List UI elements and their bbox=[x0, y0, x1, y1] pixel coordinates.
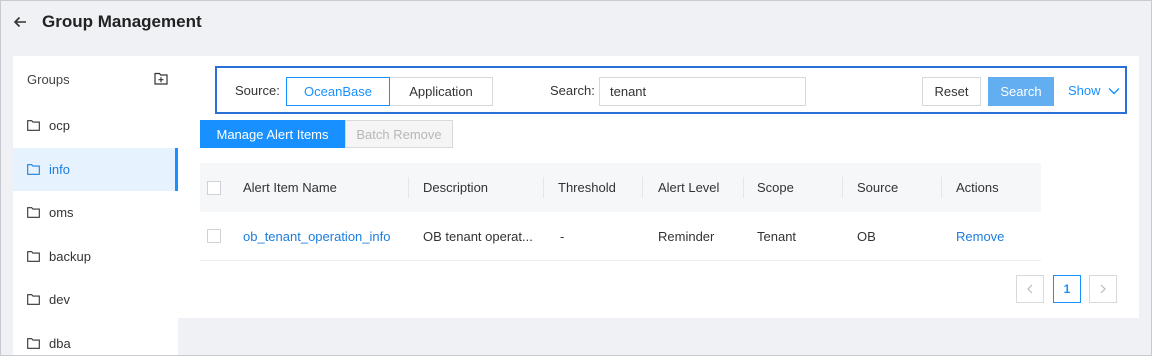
column-divider bbox=[408, 177, 409, 198]
sidebar-item-label: info bbox=[49, 161, 70, 177]
table-row: ob_tenant_operation_info OB tenant opera… bbox=[200, 212, 1041, 261]
arrow-left-icon[interactable] bbox=[12, 14, 28, 30]
next-page-button[interactable] bbox=[1089, 275, 1117, 303]
page-number-button[interactable]: 1 bbox=[1053, 275, 1081, 303]
sidebar-item-dba[interactable]: dba bbox=[13, 322, 178, 356]
source-label: Source: bbox=[235, 83, 280, 98]
column-header: Actions bbox=[956, 180, 999, 195]
folder-icon bbox=[27, 163, 40, 175]
column-divider bbox=[743, 177, 744, 198]
column-header[interactable]: Alert Level bbox=[658, 163, 719, 212]
show-label: Show bbox=[1068, 83, 1101, 98]
show-toggle[interactable]: Show bbox=[1068, 83, 1120, 98]
source-cell: OB bbox=[857, 228, 876, 244]
sidebar-item-dev[interactable]: dev bbox=[13, 278, 178, 322]
sidebar-item-backup[interactable]: backup bbox=[13, 235, 178, 279]
page-title: Group Management bbox=[42, 12, 202, 31]
column-header[interactable]: Source bbox=[857, 163, 898, 212]
sidebar-item-oms[interactable]: oms bbox=[13, 191, 178, 235]
sidebar-item-ocp[interactable]: ocp bbox=[13, 104, 178, 148]
batch-remove-button[interactable]: Batch Remove bbox=[345, 120, 453, 148]
column-header[interactable]: Description bbox=[423, 163, 488, 212]
source-option-oceanbase[interactable]: OceanBase bbox=[286, 77, 390, 106]
column-header[interactable]: Alert Item Name bbox=[243, 163, 337, 212]
alert-item-name-link[interactable]: ob_tenant_operation_info bbox=[243, 212, 390, 260]
remove-link[interactable]: Remove bbox=[956, 212, 1004, 260]
folder-icon bbox=[27, 294, 40, 306]
folder-add-icon[interactable] bbox=[154, 72, 168, 85]
folder-icon bbox=[27, 337, 40, 349]
groups-sidebar: Groups ocp info oms backup dev dba bbox=[13, 56, 178, 356]
search-input[interactable] bbox=[599, 77, 806, 106]
table-header: Alert Item Name Description Threshold Al… bbox=[200, 163, 1041, 212]
sidebar-header: Groups bbox=[13, 56, 178, 104]
select-all-checkbox[interactable] bbox=[207, 180, 221, 195]
column-header[interactable]: Threshold bbox=[558, 163, 616, 212]
column-header[interactable]: Scope bbox=[757, 163, 794, 212]
sidebar-item-label: dba bbox=[49, 335, 71, 351]
sidebar-item-label: dev bbox=[49, 292, 70, 308]
chevron-left-icon bbox=[1027, 284, 1033, 294]
sidebar-item-label: ocp bbox=[49, 118, 70, 134]
folder-icon bbox=[27, 250, 40, 262]
prev-page-button[interactable] bbox=[1016, 275, 1044, 303]
main-panel: Source: OceanBase Application Search: Re… bbox=[178, 56, 1139, 318]
scope-cell: Tenant bbox=[757, 228, 797, 244]
description-cell: OB tenant operat... bbox=[423, 228, 533, 244]
filter-bar: Source: OceanBase Application Search: Re… bbox=[215, 66, 1127, 114]
search-button[interactable]: Search bbox=[988, 77, 1054, 106]
sidebar-item-label: oms bbox=[49, 205, 74, 221]
column-divider bbox=[842, 177, 843, 198]
chevron-right-icon bbox=[1100, 284, 1106, 294]
chevron-down-icon bbox=[1108, 87, 1120, 94]
source-option-application[interactable]: Application bbox=[389, 77, 493, 106]
column-divider bbox=[543, 177, 544, 198]
alert-items-table: Alert Item Name Description Threshold Al… bbox=[200, 163, 1041, 261]
search-label: Search: bbox=[550, 83, 595, 98]
groups-heading: Groups bbox=[27, 72, 70, 87]
threshold-cell: - bbox=[560, 228, 565, 244]
alert-level-cell: Reminder bbox=[658, 228, 715, 244]
folder-icon bbox=[27, 120, 40, 132]
row-checkbox[interactable] bbox=[207, 229, 221, 243]
folder-icon bbox=[27, 207, 40, 219]
column-divider bbox=[642, 177, 643, 198]
group-list: ocp info oms backup dev dba bbox=[13, 104, 178, 356]
page-header: Group Management bbox=[0, 0, 1152, 46]
column-divider bbox=[941, 177, 942, 198]
reset-button[interactable]: Reset bbox=[922, 77, 981, 106]
sidebar-item-info[interactable]: info bbox=[13, 147, 178, 191]
manage-alert-items-button[interactable]: Manage Alert Items bbox=[200, 120, 345, 148]
sidebar-item-label: backup bbox=[49, 248, 91, 264]
